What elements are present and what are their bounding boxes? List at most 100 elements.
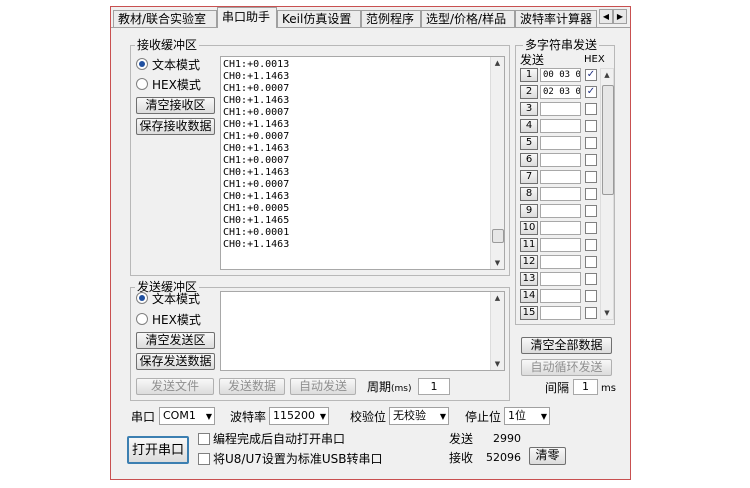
parity-label: 校验位: [350, 410, 387, 424]
usb-serial-checkbox[interactable]: [198, 453, 210, 465]
tab-keil-settings[interactable]: Keil仿真设置: [277, 10, 361, 27]
multi-send-row-button[interactable]: 5: [520, 136, 538, 150]
multi-send-row-input[interactable]: [540, 255, 581, 269]
clear-send-button[interactable]: 清空发送区: [136, 332, 215, 349]
multi-send-row-button[interactable]: 4: [520, 119, 538, 133]
period-input[interactable]: 1: [418, 378, 450, 395]
multi-send-row-button[interactable]: 15: [520, 306, 538, 320]
multi-send-row-button[interactable]: 8: [520, 187, 538, 201]
tab-scroll-left-icon[interactable]: ◀: [599, 9, 613, 24]
scroll-down-icon[interactable]: ▼: [491, 259, 504, 267]
multi-send-row-input[interactable]: [540, 204, 581, 218]
scroll-down-icon[interactable]: ▼: [601, 309, 613, 317]
multi-send-row-input[interactable]: [540, 136, 581, 150]
multi-send-row-input[interactable]: [540, 306, 581, 320]
baud-select[interactable]: 115200 ▼: [269, 407, 329, 425]
scroll-up-icon[interactable]: ▲: [491, 294, 504, 302]
port-select[interactable]: COM1 ▼: [159, 407, 215, 425]
scroll-thumb[interactable]: [602, 85, 614, 195]
stop-bit-select[interactable]: 1位 ▼: [504, 407, 550, 425]
receive-hex-mode-radio[interactable]: HEX模式: [136, 78, 201, 92]
scroll-thumb[interactable]: [492, 229, 504, 243]
tab-baud-calculator[interactable]: 波特率计算器: [515, 10, 597, 27]
multi-send-row-input[interactable]: [540, 272, 581, 286]
tab-selection-price[interactable]: 选型/价格/样品: [421, 10, 515, 27]
open-port-button[interactable]: 打开串口: [127, 436, 189, 464]
auto-open-checkbox[interactable]: [198, 433, 210, 445]
clear-receive-button[interactable]: 清空接收区: [136, 97, 215, 114]
tab-scroll-right-icon[interactable]: ▶: [613, 9, 627, 24]
send-hex-mode-radio[interactable]: HEX模式: [136, 313, 201, 327]
multi-send-row-hex-checkbox[interactable]: [585, 222, 597, 234]
multi-send-row-hex-checkbox[interactable]: [585, 273, 597, 285]
send-file-button[interactable]: 发送文件: [136, 378, 214, 395]
auto-loop-send-button[interactable]: 自动循环发送: [521, 359, 612, 376]
multi-send-row-button[interactable]: 6: [520, 153, 538, 167]
multi-send-row-button[interactable]: 10: [520, 221, 538, 235]
serial-assistant-window: 教材/联合实验室 串口助手 Keil仿真设置 范例程序 选型/价格/样品 波特率…: [110, 6, 631, 480]
multi-send-row-button[interactable]: 12: [520, 255, 538, 269]
parity-select[interactable]: 无校验 ▼: [389, 407, 449, 425]
multi-send-row-input[interactable]: [540, 170, 581, 184]
receive-line: CH0:+1.1463: [223, 71, 290, 82]
multi-send-row-hex-checkbox[interactable]: [585, 120, 597, 132]
tab-example-programs[interactable]: 范例程序: [361, 10, 421, 27]
send-textarea[interactable]: ▲ ▼: [220, 291, 505, 371]
multi-send-row-button[interactable]: 11: [520, 238, 538, 252]
receive-line: CH0:+1.1463: [223, 119, 290, 130]
multi-send-row-input[interactable]: [540, 221, 581, 235]
send-text-mode-radio[interactable]: 文本模式: [136, 292, 200, 306]
tab-textbook-lab[interactable]: 教材/联合实验室: [113, 10, 217, 27]
multi-send-row-button[interactable]: 3: [520, 102, 538, 116]
save-send-button[interactable]: 保存发送数据: [136, 353, 215, 370]
receive-scrollbar[interactable]: ▲ ▼: [490, 57, 504, 269]
receive-line: CH0:+1.1463: [223, 95, 290, 106]
send-scrollbar[interactable]: ▲ ▼: [490, 292, 504, 370]
parity-value: 无校验: [393, 409, 426, 422]
multi-send-row-input[interactable]: [540, 289, 581, 303]
tab-serial-assistant[interactable]: 串口助手: [217, 7, 277, 28]
receive-text-mode-radio[interactable]: 文本模式: [136, 58, 200, 72]
multi-send-row-hex-checkbox[interactable]: [585, 239, 597, 251]
multi-send-row-input[interactable]: [540, 187, 581, 201]
multi-send-row-hex-checkbox[interactable]: [585, 290, 597, 302]
recv-count-value: 52096: [486, 451, 521, 464]
port-value: COM1: [163, 409, 196, 422]
multi-send-row-hex-checkbox[interactable]: ✓: [585, 69, 597, 81]
period-label: 周期(ms): [367, 380, 412, 396]
multi-send-title: 多字符串发送: [523, 38, 600, 52]
clear-all-data-button[interactable]: 清空全部数据: [521, 337, 612, 354]
multi-send-row-input[interactable]: [540, 102, 581, 116]
multi-send-row-hex-checkbox[interactable]: [585, 171, 597, 183]
multi-send-row-button[interactable]: 2: [520, 85, 538, 99]
multi-send-row-button[interactable]: 9: [520, 204, 538, 218]
auto-send-button[interactable]: 自动发送: [290, 378, 356, 395]
multi-send-row-hex-checkbox[interactable]: ✓: [585, 86, 597, 98]
period-unit: (ms): [391, 384, 412, 394]
save-receive-button[interactable]: 保存接收数据: [136, 118, 215, 135]
multi-send-row-input[interactable]: [540, 119, 581, 133]
multi-send-row-hex-checkbox[interactable]: [585, 307, 597, 319]
multi-send-row-input[interactable]: 00 03 0: [540, 68, 581, 82]
multi-send-row-input[interactable]: [540, 238, 581, 252]
multi-send-row-hex-checkbox[interactable]: [585, 154, 597, 166]
multi-send-row-button[interactable]: 1: [520, 68, 538, 82]
send-data-button[interactable]: 发送数据: [219, 378, 285, 395]
multi-send-row-button[interactable]: 14: [520, 289, 538, 303]
clear-count-button[interactable]: 清零: [529, 447, 566, 465]
multi-send-row-hex-checkbox[interactable]: [585, 137, 597, 149]
multi-send-row-input[interactable]: [540, 153, 581, 167]
multi-send-row-input[interactable]: 02 03 0: [540, 85, 581, 99]
receive-textarea[interactable]: CH1:+0.0013 CH0:+1.1463 CH1:+0.0007 CH0:+1.…: [220, 56, 505, 270]
multi-send-row-button[interactable]: 13: [520, 272, 538, 286]
multi-send-row-hex-checkbox[interactable]: [585, 188, 597, 200]
multi-send-row-hex-checkbox[interactable]: [585, 103, 597, 115]
scroll-down-icon[interactable]: ▼: [491, 360, 504, 368]
multi-send-row-hex-checkbox[interactable]: [585, 256, 597, 268]
scroll-up-icon[interactable]: ▲: [601, 71, 613, 79]
multi-send-row-hex-checkbox[interactable]: [585, 205, 597, 217]
interval-input[interactable]: 1: [573, 379, 598, 395]
multi-send-scrollbar[interactable]: ▲ ▼: [600, 68, 614, 320]
multi-send-row-button[interactable]: 7: [520, 170, 538, 184]
scroll-up-icon[interactable]: ▲: [491, 59, 504, 67]
